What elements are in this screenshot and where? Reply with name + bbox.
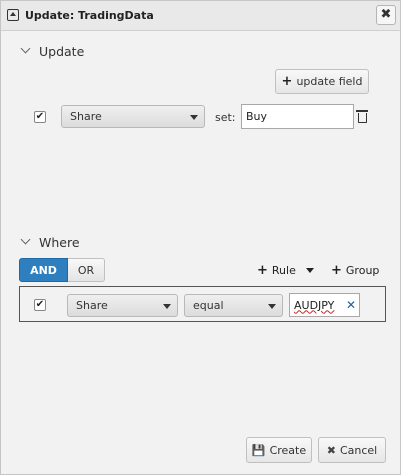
update-chevron-icon[interactable]	[20, 43, 31, 54]
and-toggle-button[interactable]: AND	[19, 258, 68, 282]
rule-field-value: Share	[76, 299, 108, 312]
collapse-window-icon	[7, 9, 19, 21]
cancel-label: Cancel	[339, 443, 378, 457]
plus-icon: +	[257, 263, 268, 278]
or-toggle-button[interactable]: OR	[68, 258, 105, 282]
dropdown-arrow-icon	[190, 114, 198, 120]
rule-operator-value: equal	[193, 299, 224, 312]
update-section-title[interactable]: Update	[39, 44, 84, 59]
rule-checkbox[interactable]: ✔	[34, 299, 46, 311]
where-chevron-icon[interactable]	[20, 234, 31, 245]
dropdown-arrow-icon	[163, 303, 171, 309]
clear-value-icon[interactable]: ✕	[346, 298, 356, 312]
dropdown-arrow-icon	[268, 303, 276, 309]
window-title: Update: TradingData	[25, 9, 154, 22]
rule-value-text: AUDJPY	[294, 298, 335, 312]
update-dialog: Update: TradingData ✖ Update + update fi…	[0, 0, 401, 475]
update-value-input[interactable]: Buy	[241, 104, 354, 129]
rule-operator-select[interactable]: equal	[184, 294, 283, 317]
add-rule-button[interactable]: + Rule	[257, 263, 314, 278]
add-rule-label: Rule	[271, 264, 296, 277]
close-button[interactable]: ✖	[376, 5, 396, 25]
update-value-text: Buy	[246, 110, 268, 123]
title-bar[interactable]: Update: TradingData ✖	[1, 1, 400, 31]
caret-down-icon	[305, 268, 314, 273]
update-field-label: update field	[296, 75, 363, 88]
create-button[interactable]: 💾 Create	[246, 437, 312, 463]
create-label: Create	[269, 443, 307, 457]
plus-icon: +	[331, 263, 342, 278]
update-field-select[interactable]: Share	[61, 105, 205, 128]
update-field-value: Share	[70, 110, 102, 123]
plus-icon: +	[281, 74, 293, 89]
rule-field-select[interactable]: Share	[67, 294, 178, 317]
rule-container: ✔ Share equal AUDJPY ✕	[19, 286, 386, 322]
update-row-checkbox[interactable]: ✔	[34, 111, 46, 123]
trash-icon[interactable]	[356, 110, 368, 123]
save-disk-icon: 💾	[251, 443, 266, 457]
add-group-label: Group	[345, 264, 380, 277]
close-icon: ✖	[326, 443, 336, 457]
where-section-title[interactable]: Where	[39, 235, 80, 250]
cancel-button[interactable]: ✖ Cancel	[318, 437, 386, 463]
add-group-button[interactable]: + Group	[331, 263, 379, 278]
set-label: set:	[215, 111, 236, 124]
update-field-button[interactable]: + update field	[275, 69, 369, 94]
